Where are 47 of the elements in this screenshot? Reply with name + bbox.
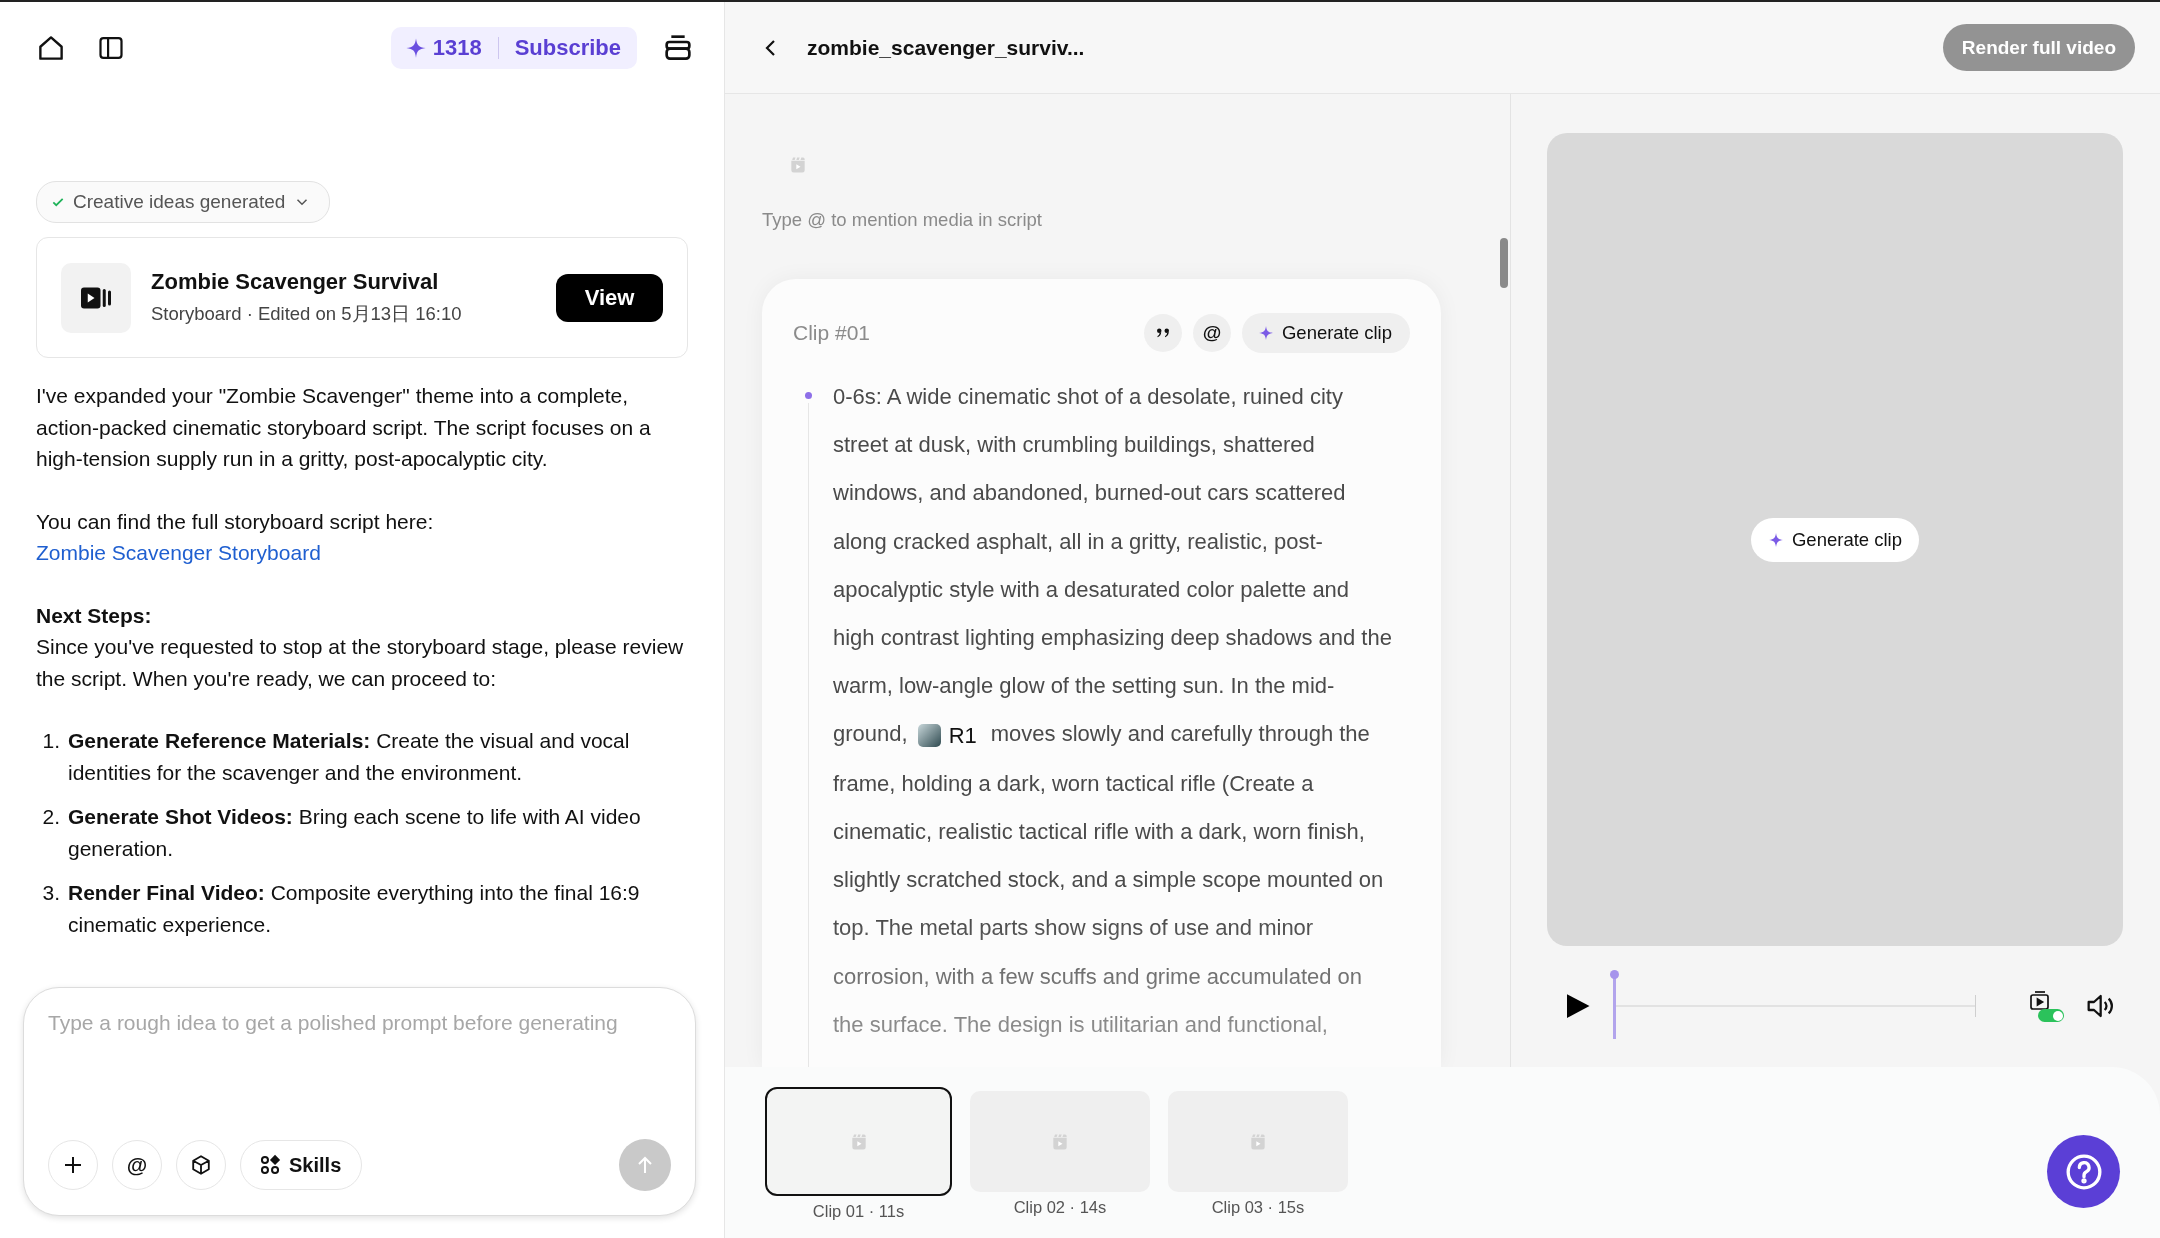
step-number: 2.	[41, 804, 60, 830]
add-button[interactable]	[48, 1140, 98, 1190]
message-text: Since you've requested to stop at the storyboard stage, please review the script. When you're ready, we can proceed to:	[36, 635, 684, 690]
bullet-dot	[805, 392, 812, 399]
clip-thumbnail[interactable]	[970, 1091, 1150, 1192]
credit-count: 1318	[432, 35, 482, 61]
mention-chip[interactable]: R1	[917, 711, 977, 760]
autoplay-toggle[interactable]	[2038, 1009, 2064, 1022]
cube-icon	[190, 1154, 212, 1176]
script-text: 0-6s: A wide cinematic shot of a desolate, ruined city street at dusk, with crumbling buildings, shattered windows, and abandoned, burned-out cars scattered along cracked asphalt, all in a gritty, realistic, post-apocalyptic style with a desaturated color palette and high contrast lighting emphasizing deep shadows and the warm, low-angle glow of the setting sun. In the mid-ground, R1 moves slowly and carefully through the frame, holding a dark, worn tactical rifle (Create a cinematic, realistic tactical rifle with a dark, worn finish, slightly scratched stock, and a simple scope mounted on top. The metal parts show signs of use and minor corrosion, with a few scuffs and grime accumulated on the surface. The design is utilitarian and functional,	[832, 383, 1393, 1039]
project-meta: Storyboard · Edited on 5月13日 16:10	[151, 302, 463, 326]
media-placeholder-icon	[788, 155, 808, 175]
subscribe-link[interactable]: Subscribe	[514, 35, 621, 61]
mention-button[interactable]: @	[1192, 314, 1231, 352]
storyboard-link[interactable]: Zombie Scavenger Storyboard	[36, 537, 321, 569]
script-hint: Type @ to mention media in script	[762, 209, 1043, 231]
mention-button[interactable]: @	[112, 1140, 162, 1190]
reference-thumbnail	[917, 724, 941, 748]
video-screen-icon[interactable]	[2028, 989, 2052, 1013]
clip-thumbnail[interactable]	[765, 1087, 952, 1196]
project-title: Zombie Scavenger Survival	[151, 269, 440, 295]
clip-thumbnail[interactable]	[1168, 1091, 1348, 1192]
message-text: I've expanded your "Zombie Scavenger" theme into a complete, action-packed cinematic storyboard script. The script focuses on a high-tension supply run in a gritty, post-apocalyptic city.	[36, 383, 652, 472]
step-number: 3.	[41, 880, 60, 906]
clip-title: Clip #01	[793, 321, 872, 345]
generate-clip-button[interactable]: Generate clip	[1750, 518, 1919, 562]
clip-label: Clip 02 · 14s	[1013, 1198, 1107, 1217]
view-button[interactable]: View	[556, 273, 663, 322]
message-text: You can find the full storyboard script here:	[36, 509, 434, 533]
home-icon[interactable]	[36, 33, 66, 63]
status-chip[interactable]: Creative ideas generated	[36, 181, 331, 223]
status-label: Creative ideas generated	[73, 191, 286, 213]
step-text: Generate Shot Videos: Bring each scene to life with AI video generation.	[68, 804, 642, 862]
skills-button[interactable]: Skills	[240, 1140, 363, 1190]
quote-button[interactable]	[1143, 314, 1182, 352]
skills-icon	[259, 1154, 281, 1176]
step-text: Generate Reference Materials: Create the visual and vocal identities for the scavenger and the environment.	[68, 728, 631, 786]
prompt-field[interactable]: Type a rough idea to get a polished prompt before generating @ Skills	[23, 987, 696, 1216]
sidebar-icon[interactable]	[97, 34, 125, 62]
section-heading: Next Steps:	[36, 603, 152, 627]
project-name: zombie_scavenger_surviv...	[807, 35, 1085, 60]
clip-label: Clip 01 · 11s	[812, 1202, 905, 1221]
object-button[interactable]	[176, 1140, 226, 1190]
clip-label: Clip 03 · 15s	[1211, 1198, 1305, 1217]
step-number: 1.	[41, 728, 60, 754]
step-text: Render Final Video: Composite everything into the final 16:9 cinematic experience.	[68, 880, 641, 938]
generate-clip-button[interactable]: Generate clip	[1241, 313, 1410, 353]
